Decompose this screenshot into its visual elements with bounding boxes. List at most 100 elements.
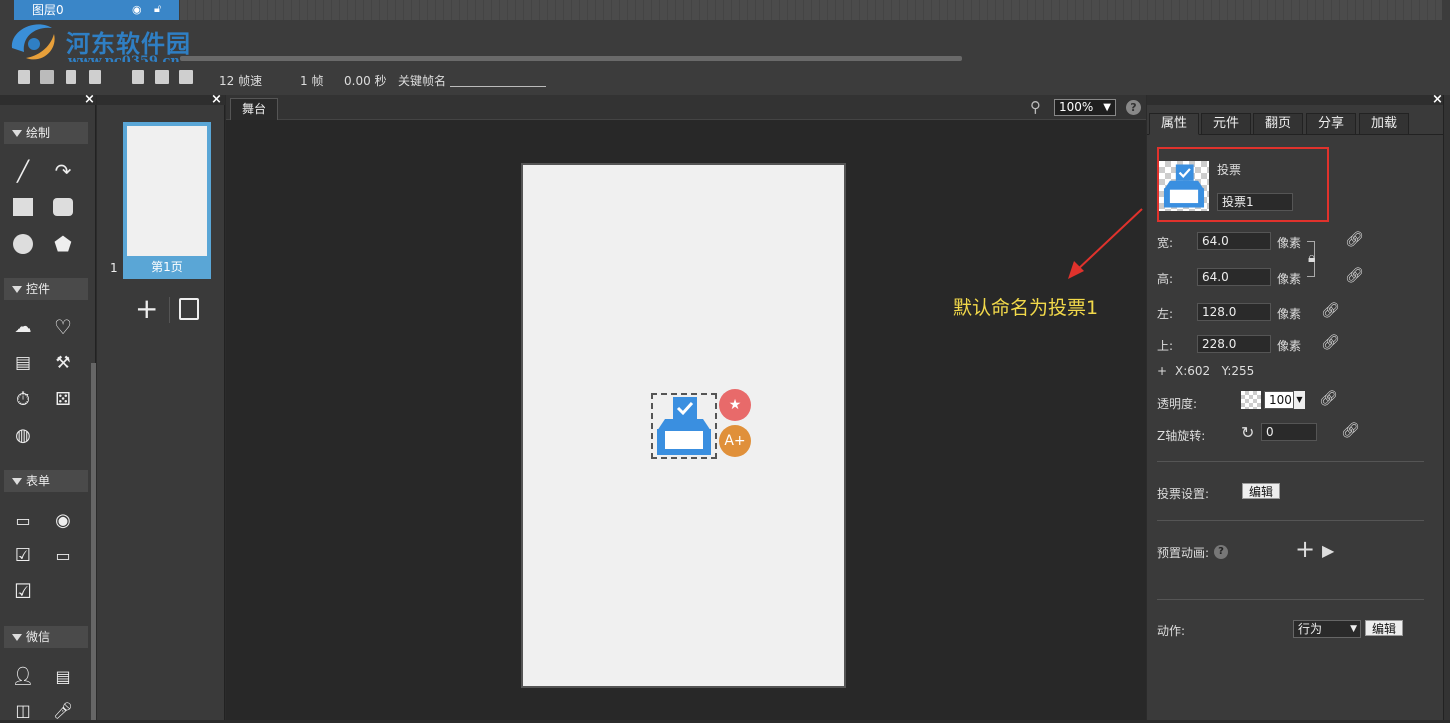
action-label: 动作:: [1157, 624, 1186, 638]
pentagon-tool-icon[interactable]: ⬟: [50, 231, 76, 257]
opacity-field[interactable]: 100: [1264, 391, 1294, 409]
checkbox-icon[interactable]: ☑: [10, 542, 36, 568]
help-icon[interactable]: ?: [1214, 545, 1228, 559]
width-field[interactable]: 64.0: [1197, 232, 1271, 250]
action-edit-button[interactable]: 编辑: [1365, 620, 1403, 636]
collapse-triangle-icon: [12, 130, 22, 137]
new-frame-icon[interactable]: [18, 70, 30, 84]
height-field[interactable]: 64.0: [1197, 268, 1271, 286]
page-thumbnail[interactable]: 第1页: [123, 122, 211, 279]
stage-tabbar: 舞台 ⚲ 100% ▼ ?: [226, 95, 1146, 120]
left-label: 左:: [1157, 307, 1174, 321]
rotation-label: Z轴旋转:: [1157, 429, 1206, 443]
coordinates-readout: X:602 Y:255: [1175, 364, 1255, 378]
link-icon[interactable]: 🔗︎: [1341, 421, 1360, 439]
vote-widget[interactable]: [651, 393, 717, 459]
vote-settings-label: 投票设置:: [1157, 487, 1210, 501]
help-icon[interactable]: ?: [1126, 100, 1141, 115]
copy-frame-icon[interactable]: [89, 70, 101, 84]
opacity-dropdown[interactable]: ▼: [1294, 391, 1305, 409]
curve-tool-icon[interactable]: ↷: [50, 158, 76, 184]
import-page-icon[interactable]: [179, 298, 199, 320]
seconds-label: 0.00 秒: [344, 74, 387, 88]
zoom-select[interactable]: 100% ▼: [1054, 99, 1116, 116]
link-icon[interactable]: 🔗︎: [1319, 389, 1338, 407]
radio-icon[interactable]: ◉: [50, 507, 76, 533]
chevron-down-icon: ▼: [1350, 624, 1357, 634]
left-field[interactable]: 128.0: [1197, 303, 1271, 321]
tab-stage[interactable]: 舞台: [230, 98, 278, 120]
section-wechat[interactable]: 微信: [4, 626, 88, 648]
input-field-icon[interactable]: ▭: [10, 507, 36, 533]
rectangle-tool-icon[interactable]: [10, 194, 36, 220]
timer-control-icon[interactable]: ⏱: [10, 386, 36, 412]
dropdown-icon[interactable]: ▭: [50, 542, 76, 568]
tab-page-turn[interactable]: 翻页: [1253, 113, 1303, 135]
favorite-badge-icon[interactable]: ★: [719, 389, 751, 421]
line-tool-icon[interactable]: ╱: [10, 158, 36, 184]
keyframe-name-input[interactable]: [450, 86, 546, 87]
divider: [1157, 461, 1424, 462]
close-icon[interactable]: ×: [211, 93, 222, 106]
link-icon[interactable]: 🔗︎: [1345, 266, 1364, 284]
vote-control-icon[interactable]: ▤: [10, 350, 36, 376]
vote-settings-edit-button[interactable]: 编辑: [1242, 483, 1280, 499]
section-draw[interactable]: 绘制: [4, 122, 88, 144]
add-page-icon[interactable]: +: [135, 295, 158, 323]
tool-panel-scrollbar[interactable]: [91, 363, 96, 720]
top-label: 上:: [1157, 339, 1174, 353]
tab-components[interactable]: 元件: [1201, 113, 1251, 135]
trash-icon[interactable]: [66, 70, 76, 84]
section-controls[interactable]: 控件: [4, 278, 88, 300]
collapse-triangle-icon: [12, 286, 22, 293]
dice-control-icon[interactable]: ⚄: [50, 386, 76, 412]
rounded-rect-tool-icon[interactable]: [50, 194, 76, 220]
play-animation-icon[interactable]: ▶: [1322, 541, 1334, 560]
vote-box-icon: [1163, 164, 1205, 208]
timeline-scrollbar[interactable]: [180, 56, 962, 61]
add-text-badge-icon[interactable]: A+: [719, 425, 751, 457]
left-unit: 像素: [1277, 307, 1302, 321]
id-card-icon[interactable]: ▤: [50, 663, 76, 689]
aspect-lock-icon[interactable]: 🔒︎: [1308, 250, 1315, 266]
link-icon[interactable]: 🔗︎: [1321, 301, 1340, 319]
add-animation-icon[interactable]: +: [1295, 537, 1315, 561]
circle-tool-icon[interactable]: [10, 231, 36, 257]
microphone-icon[interactable]: 🎤︎: [50, 697, 76, 723]
close-icon[interactable]: ×: [1432, 93, 1443, 106]
collapse-triangle-icon: [12, 634, 22, 641]
collapse-triangle-icon: [12, 478, 22, 485]
panorama-control-icon[interactable]: ◍: [10, 422, 36, 448]
remove-frame-icon[interactable]: [179, 70, 193, 84]
zoom-search-icon[interactable]: ⚲: [1030, 98, 1041, 116]
frame-label: 1 帧: [300, 74, 324, 88]
user-avatar-icon[interactable]: 👤︎: [10, 663, 36, 689]
width-unit: 像素: [1277, 236, 1302, 250]
timeline-frames[interactable]: [180, 0, 1442, 20]
page-preview: [127, 126, 207, 256]
close-icon[interactable]: ×: [84, 93, 95, 106]
rotation-field[interactable]: 0: [1261, 423, 1317, 441]
canvas[interactable]: ★ A+: [521, 163, 846, 688]
link-icon[interactable]: 🔗︎: [1321, 333, 1340, 351]
hammer-control-icon[interactable]: ⚒: [50, 350, 76, 376]
insert-frame-icon[interactable]: [132, 70, 144, 84]
tab-loading[interactable]: 加载: [1359, 113, 1409, 135]
open-folder-icon[interactable]: [40, 70, 54, 84]
tab-share[interactable]: 分享: [1306, 113, 1356, 135]
link-icon[interactable]: 🔗︎: [1345, 230, 1364, 248]
top-field[interactable]: 228.0: [1197, 335, 1271, 353]
map-control-icon[interactable]: ☁: [10, 314, 36, 340]
like-control-icon[interactable]: ♡: [50, 314, 76, 340]
divider: [169, 297, 170, 323]
right-scrollbar[interactable]: [1443, 95, 1450, 720]
insert-keyframe-icon[interactable]: [155, 70, 169, 84]
section-forms[interactable]: 表单: [4, 470, 88, 492]
action-select[interactable]: 行为 ▼: [1293, 620, 1361, 638]
component-name-field[interactable]: 投票1: [1217, 193, 1293, 211]
chevron-down-icon: ▼: [1103, 102, 1111, 113]
tab-properties[interactable]: 属性: [1149, 113, 1199, 135]
fps-label: 12 帧速: [219, 74, 263, 88]
camera-icon[interactable]: ◫: [10, 697, 36, 723]
submit-icon[interactable]: ☑: [10, 578, 36, 604]
